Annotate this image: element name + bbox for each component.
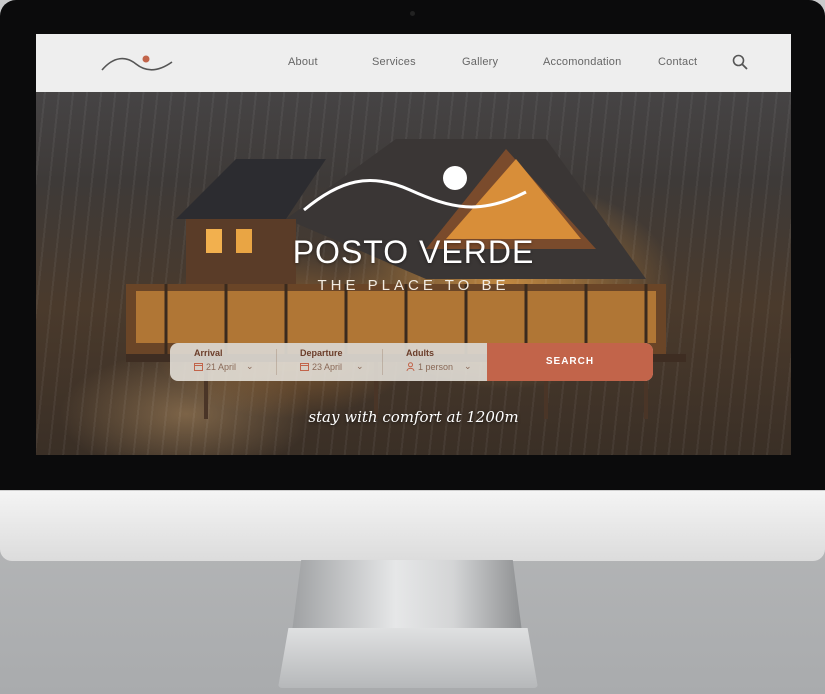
adults-field[interactable]: Adults 1 person ⌄ (406, 343, 486, 381)
hero-logo (303, 166, 527, 212)
chevron-down-icon: ⌄ (464, 361, 472, 371)
chevron-down-icon: ⌄ (356, 361, 364, 371)
nav-link-accomondation[interactable]: Accomondation (543, 56, 621, 68)
person-icon (406, 362, 415, 371)
arrival-field[interactable]: Arrival 21 April ⌄ (194, 343, 284, 381)
departure-label: Departure (300, 348, 343, 358)
site-logo[interactable] (100, 50, 174, 76)
monitor-stand (292, 560, 522, 632)
calendar-icon (194, 363, 203, 371)
adults-label: Adults (406, 348, 434, 358)
search-icon[interactable] (732, 54, 748, 70)
field-divider (276, 349, 277, 375)
departure-field[interactable]: Departure 23 April ⌄ (300, 343, 390, 381)
webcam (410, 11, 415, 16)
calendar-icon (300, 363, 309, 371)
field-divider (382, 349, 383, 375)
chevron-down-icon: ⌄ (246, 361, 254, 371)
website-screen: About Services Gallery Accomondation Con… (36, 34, 791, 455)
top-navbar: About Services Gallery Accomondation Con… (36, 34, 791, 92)
hero-title: POSTO VERDE (292, 234, 535, 270)
nav-link-contact[interactable]: Contact (658, 56, 697, 68)
hero-subtitle: THE PLACE TO BE (317, 277, 510, 294)
arrival-label: Arrival (194, 348, 223, 358)
monitor-chin (0, 490, 825, 561)
booking-bar: Arrival 21 April ⌄ Departure 23 April ⌄ … (170, 343, 653, 381)
nav-link-gallery[interactable]: Gallery (462, 56, 498, 68)
monitor-stand-base (278, 628, 538, 688)
search-button[interactable]: SEARCH (487, 343, 653, 381)
hero-tagline: stay with comfort at 1200m (308, 408, 519, 426)
nav-link-services[interactable]: Services (372, 56, 416, 68)
adults-value: 1 person (418, 362, 454, 372)
departure-value: 23 April (312, 362, 343, 372)
arrival-value: 21 April (206, 362, 237, 372)
nav-link-about[interactable]: About (288, 56, 318, 68)
